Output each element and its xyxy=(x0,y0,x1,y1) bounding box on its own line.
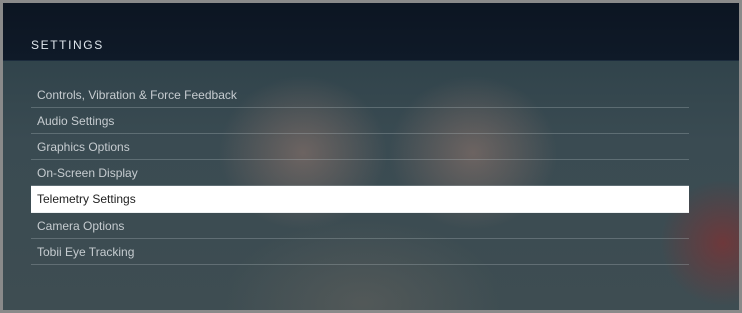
menu-item-eye-tracking[interactable]: Tobii Eye Tracking xyxy=(31,239,689,265)
menu-item-label: Audio Settings xyxy=(37,114,115,128)
header-bar: SETTINGS xyxy=(3,3,739,61)
menu-item-label: Controls, Vibration & Force Feedback xyxy=(37,88,237,102)
menu-item-label: Tobii Eye Tracking xyxy=(37,245,135,259)
menu-item-controls[interactable]: Controls, Vibration & Force Feedback xyxy=(31,82,689,108)
menu-item-audio[interactable]: Audio Settings xyxy=(31,108,689,134)
menu-item-label: Camera Options xyxy=(37,219,125,233)
settings-window: SETTINGS Controls, Vibration & Force Fee… xyxy=(0,0,742,313)
menu-item-label: On-Screen Display xyxy=(37,166,138,180)
menu-item-graphics[interactable]: Graphics Options xyxy=(31,134,689,160)
menu-item-label: Telemetry Settings xyxy=(37,192,136,206)
menu-item-camera[interactable]: Camera Options xyxy=(31,213,689,239)
menu-item-on-screen-display[interactable]: On-Screen Display xyxy=(31,160,689,186)
menu-item-telemetry[interactable]: Telemetry Settings xyxy=(31,186,689,213)
settings-menu: Controls, Vibration & Force Feedback Aud… xyxy=(31,82,689,265)
page-title: SETTINGS xyxy=(31,38,104,52)
menu-item-label: Graphics Options xyxy=(37,140,130,154)
